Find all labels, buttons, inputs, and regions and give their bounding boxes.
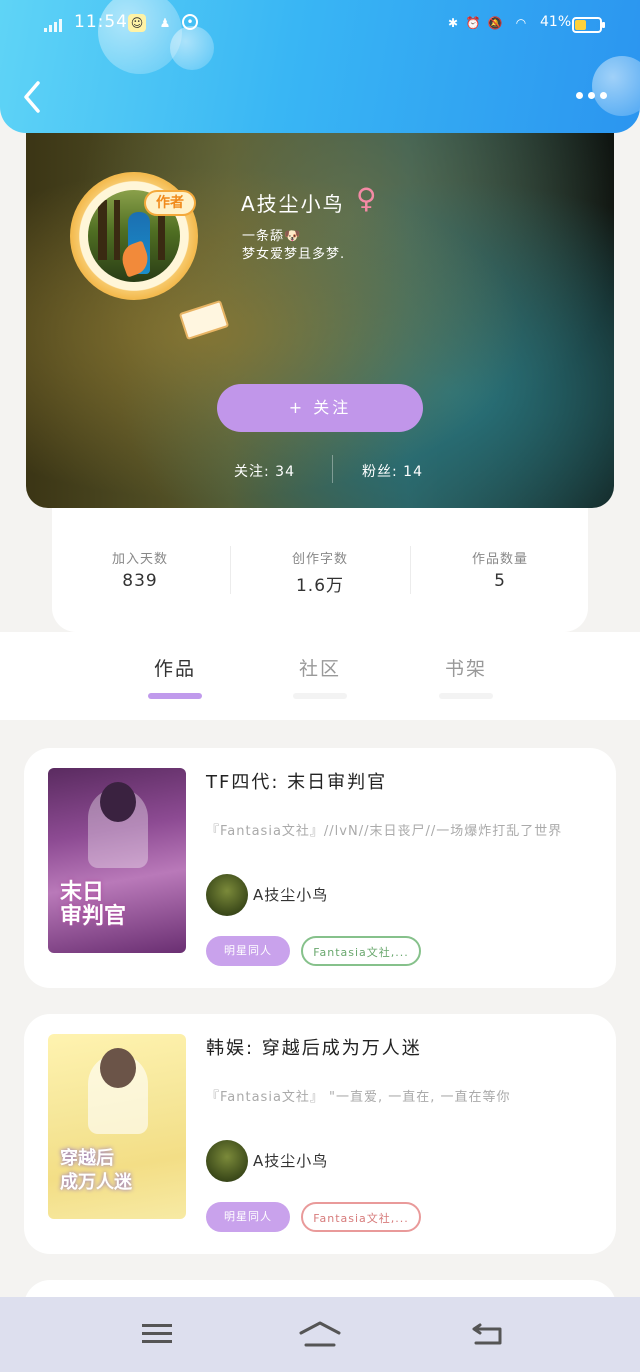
back-button[interactable] <box>22 80 52 120</box>
more-button[interactable] <box>576 92 607 99</box>
followers-count[interactable]: 粉丝: 14 <box>362 461 423 481</box>
author-bio: 一条舔🐶 梦女爱梦且多梦. <box>242 229 346 262</box>
stat-value: 1.6万 <box>295 576 345 596</box>
status-time: 11:54 <box>74 12 128 32</box>
tab-indicator <box>148 693 202 699</box>
qq-icon: ♟ <box>159 16 171 30</box>
stat-works-count: 作品数量 5 <box>440 548 560 591</box>
author-avatar[interactable] <box>206 1140 248 1182</box>
menu-button[interactable] <box>142 1319 182 1349</box>
profile-hero: 作者 A技尘小鸟 ♀ 一条舔🐶 梦女爱梦且多梦. + 关注 关注: 34 粉丝:… <box>26 120 614 508</box>
tab-works[interactable]: 作品 <box>135 654 215 699</box>
battery-percent: 41% <box>540 14 572 30</box>
work-description: 『Fantasia文社』 "一直爱, 一直在, 一直在等你 <box>206 1090 511 1105</box>
cover-title: 穿越后 成万人迷 <box>60 1148 132 1193</box>
alarm-icon: ⏰ <box>465 16 481 30</box>
following-count[interactable]: 关注: 34 <box>234 461 295 481</box>
work-title[interactable]: TF四代: 末日审判官 <box>206 768 387 794</box>
tag-category[interactable]: 明星同人 <box>206 1202 290 1232</box>
tab-label: 作品 <box>153 658 196 680</box>
back-nav-button[interactable] <box>470 1319 510 1349</box>
system-nav-bar <box>0 1297 640 1372</box>
signal-icon <box>44 16 62 32</box>
cover-title: 末日 审判官 <box>60 880 127 929</box>
stat-value: 5 <box>494 571 506 591</box>
stat-label: 创作字数 <box>291 552 348 567</box>
tab-label: 书架 <box>444 658 487 680</box>
author-avatar-frame[interactable]: 作者 <box>70 172 230 341</box>
divider <box>332 455 333 483</box>
stat-join-days: 加入天数 839 <box>80 548 200 591</box>
divider <box>230 546 231 594</box>
work-card[interactable]: 穿越后 成万人迷 韩娱: 穿越后成为万人迷 『Fantasia文社』 "一直爱,… <box>24 1014 616 1254</box>
menu-icon <box>142 1324 182 1343</box>
chevron-left-icon <box>24 81 40 113</box>
stat-label: 作品数量 <box>471 552 528 567</box>
work-card[interactable]: 末日 审判官 TF四代: 末日审判官 『Fantasia文社』//lvN//末日… <box>24 748 616 988</box>
follow-button[interactable]: + 关注 <box>217 384 423 432</box>
tab-indicator <box>439 693 493 699</box>
work-description: 『Fantasia文社』//lvN//末日丧尸//一场爆炸打乱了世界 <box>206 824 563 839</box>
author-nickname: A技尘小鸟 <box>241 192 345 216</box>
back-icon <box>472 1323 502 1345</box>
home-button[interactable] <box>298 1319 341 1349</box>
tab-community[interactable]: 社区 <box>280 654 360 699</box>
author-avatar[interactable] <box>206 874 248 916</box>
more-dots-icon <box>576 92 583 99</box>
female-icon: ♀ <box>356 182 377 215</box>
stat-value: 839 <box>122 571 158 591</box>
decorative-bubble <box>592 56 640 116</box>
tag-group[interactable]: Fantasia文社,... <box>301 936 421 966</box>
stats-card: 加入天数 839 创作字数 1.6万 作品数量 5 <box>52 508 588 632</box>
work-cover[interactable]: 穿越后 成万人迷 <box>48 1034 186 1219</box>
app-notification-icon: ☺ <box>128 14 146 32</box>
stat-word-count: 创作字数 1.6万 <box>260 548 380 596</box>
follow-counts: 关注: 34 粉丝: 14 <box>26 455 614 485</box>
author-badge: 作者 <box>144 190 196 216</box>
wifi-icon: ◠ <box>515 16 527 30</box>
home-icon <box>299 1321 341 1347</box>
tab-bar: 作品 社区 书架 <box>0 632 640 720</box>
app-header: 11:54 ☺ ♟ • ✱ ⏰ 🔕 ◠ 41% <box>0 0 640 133</box>
chrome-icon: • <box>182 14 198 30</box>
book-icon <box>178 299 230 341</box>
author-name[interactable]: A技尘小鸟 <box>253 1150 328 1171</box>
status-bar: 11:54 ☺ ♟ • ✱ ⏰ 🔕 ◠ 41% <box>0 8 640 40</box>
bluetooth-icon: ✱ <box>447 16 459 30</box>
tag-group[interactable]: Fantasia文社,... <box>301 1202 421 1232</box>
divider <box>410 546 411 594</box>
battery-icon <box>572 17 605 33</box>
work-cover[interactable]: 末日 审判官 <box>48 768 186 953</box>
mute-icon: 🔕 <box>487 16 503 30</box>
author-name[interactable]: A技尘小鸟 <box>253 884 328 905</box>
work-title[interactable]: 韩娱: 穿越后成为万人迷 <box>206 1034 422 1060</box>
stat-label: 加入天数 <box>111 552 168 567</box>
tag-category[interactable]: 明星同人 <box>206 936 290 966</box>
tab-indicator <box>293 693 347 699</box>
tab-label: 社区 <box>298 658 341 680</box>
tab-bookshelf[interactable]: 书架 <box>426 654 506 699</box>
